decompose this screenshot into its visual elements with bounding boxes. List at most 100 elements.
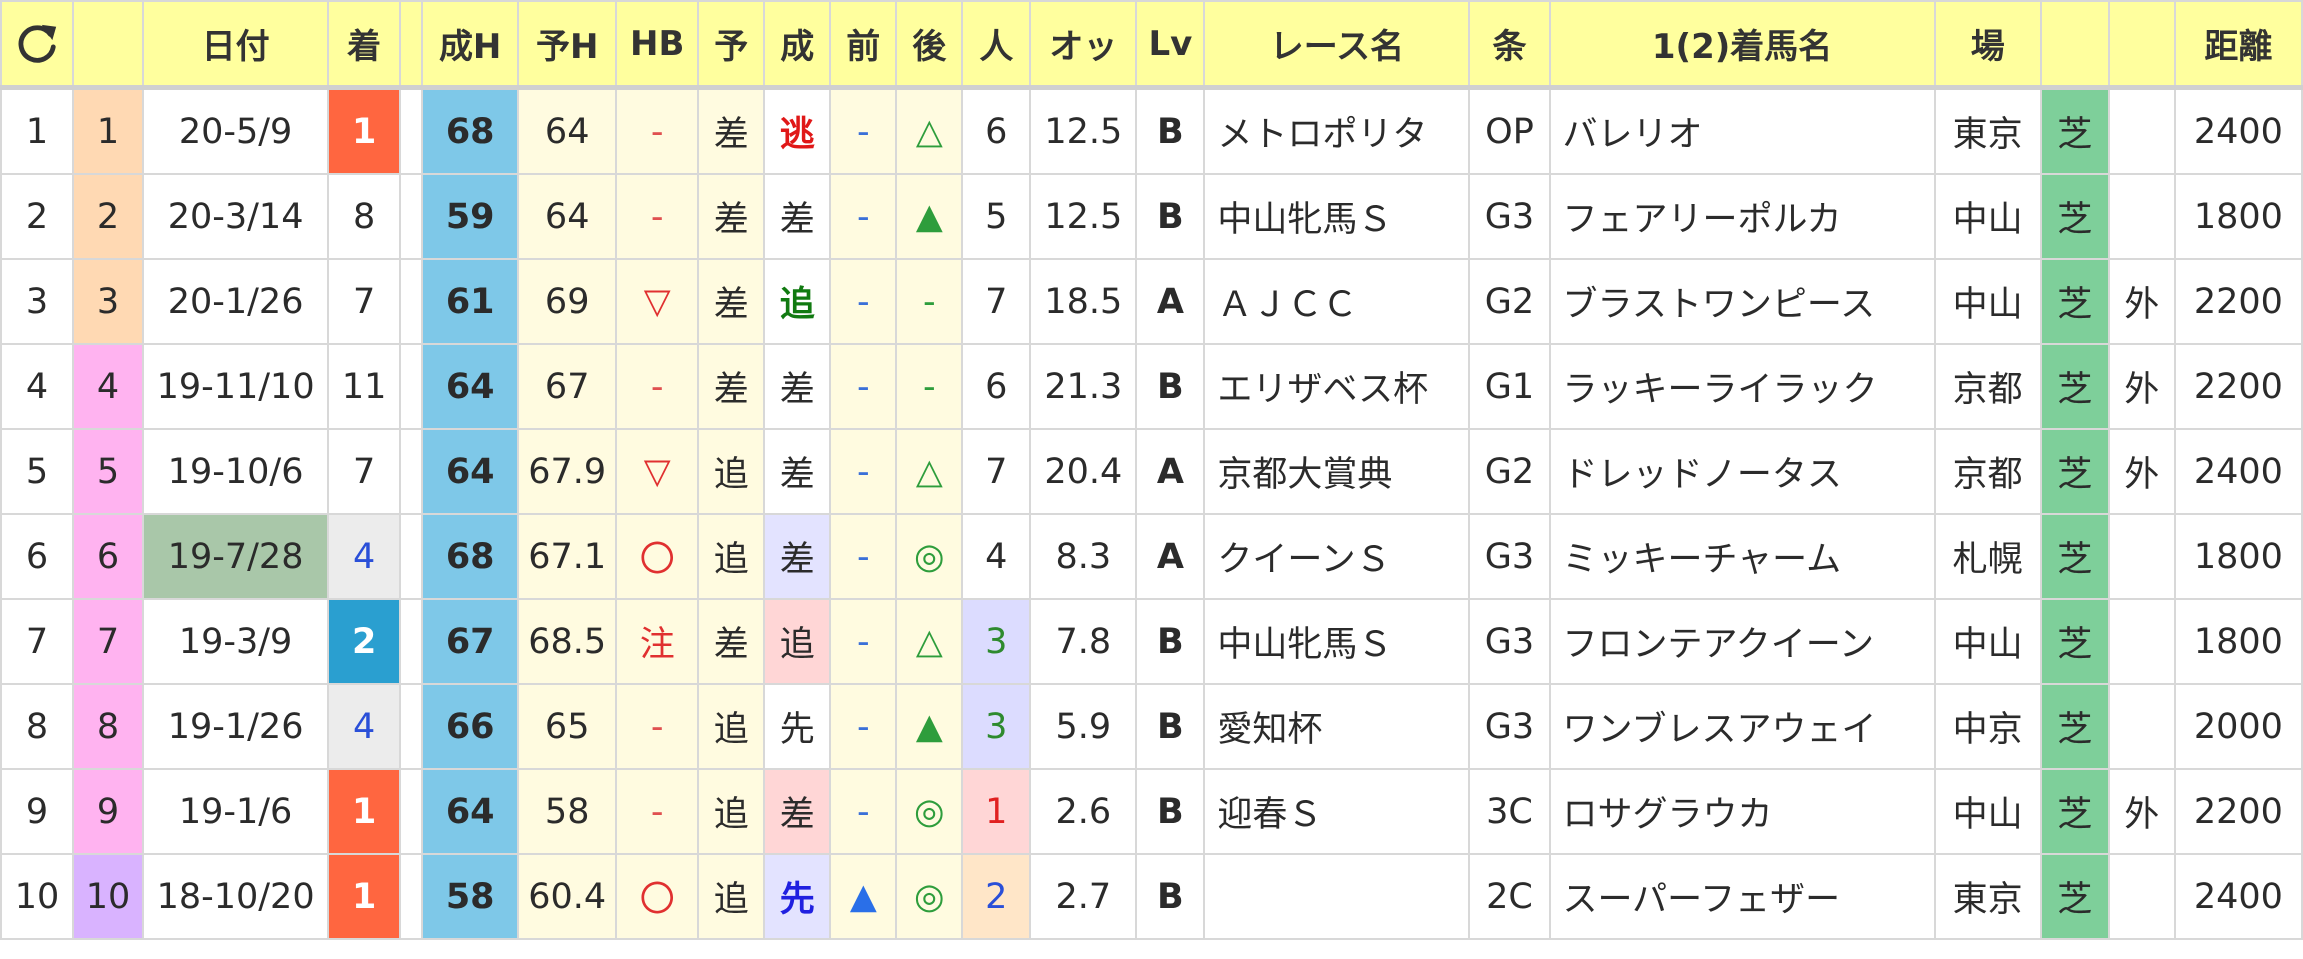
col-result[interactable]: 成 [763,0,832,89]
distance: 2200 [2173,343,2303,430]
race-name[interactable]: 愛知杯 [1203,683,1471,770]
col-winner[interactable]: 1(2)着馬名 [1548,0,1936,89]
popularity: 7 [961,428,1032,515]
refresh-button[interactable] [0,0,75,89]
level-badge: A [1135,258,1206,345]
col-hb[interactable]: HB [615,0,700,89]
level-badge: B [1135,768,1206,855]
race-condition: G3 [1468,683,1551,770]
race-date[interactable]: 20-5/9 [142,85,330,175]
race-name[interactable]: エリザベス杯 [1203,343,1471,430]
winner-name[interactable]: ラッキーライラック [1548,343,1936,430]
col-date[interactable]: 日付 [142,0,330,89]
col-popularity[interactable]: 人 [961,0,1032,89]
col-odds[interactable]: オッ [1029,0,1138,89]
refresh-icon [18,24,57,63]
race-condition: G1 [1468,343,1551,430]
col-race-name[interactable]: レース名 [1203,0,1471,89]
winner-name[interactable]: ブラストワンピース [1548,258,1936,345]
result-style: 差 [763,173,832,260]
race-date[interactable]: 19-1/26 [142,683,330,770]
race-date[interactable]: 19-11/10 [142,343,330,430]
col-distance[interactable]: 距離 [2173,0,2303,89]
race-name[interactable] [1203,853,1471,940]
winner-name[interactable]: ドレッドノータス [1548,428,1936,515]
race-name[interactable]: 迎春Ｓ [1203,768,1471,855]
col-back[interactable]: 後 [895,0,964,89]
race-name[interactable]: クイーンＳ [1203,513,1471,600]
front-mark: - [829,258,898,345]
pred-style: 差 [697,85,766,175]
col-result-h[interactable]: 成H [421,0,520,89]
race-date[interactable]: 19-1/6 [142,768,330,855]
odds-value: 2.7 [1029,853,1138,940]
table-row[interactable]: 8 8 19-1/26 4 66 65- 追先 - ▲ 3 5.9 B 愛知杯 G3 ワンブレスアウェイ 中京… [0,683,2303,770]
distance: 1800 [2173,173,2303,260]
odds-value: 12.5 [1029,173,1138,260]
row-number: 8 [0,683,75,770]
race-history-table: 日付 着 成H 予H HB 予 成 前 後 人 オッ Lv レース名 条 1(2… [0,0,2303,940]
hb-mark: - [615,343,700,430]
row-index: 4 [72,343,145,430]
pred-h-value: 67.9 [517,428,618,515]
winner-name[interactable]: ロサグラウカ [1548,768,1936,855]
race-name[interactable]: 中山牝馬Ｓ [1203,598,1471,685]
race-date[interactable]: 19-10/6 [142,428,330,515]
hb-mark: - [615,85,700,175]
pred-h-value: 60.4 [517,853,618,940]
race-date[interactable]: 19-7/28 [142,513,330,600]
col-venue[interactable]: 場 [1933,0,2042,89]
col-pred-h[interactable]: 予H [517,0,618,89]
winner-name[interactable]: ワンブレスアウェイ [1548,683,1936,770]
race-name[interactable]: 京都大賞典 [1203,428,1471,515]
race-date[interactable]: 18-10/20 [142,853,330,940]
surface: 芝 [2039,258,2110,345]
race-date[interactable]: 19-3/9 [142,598,330,685]
race-date[interactable]: 20-1/26 [142,258,330,345]
result-h-value: 64 [421,428,520,515]
distance: 2400 [2173,853,2303,940]
table-row[interactable]: 5 5 19-10/6 7 64 67.9 ▽ 追差 - △ 7 20.4 A 京都大賞典 G2 ドレッドノー… [0,428,2303,515]
winner-name[interactable]: スーパーフェザー [1548,853,1936,940]
course-side [2107,683,2176,770]
table-row[interactable]: 9 9 19-1/6 1 64 58- 追差 - ◎ 1 2.6 B 迎春Ｓ 3C ロサグラウカ 中山芝外 22… [0,768,2303,855]
col-finish[interactable]: 着 [327,0,402,89]
race-date[interactable]: 20-3/14 [142,173,330,260]
result-h-value: 58 [421,853,520,940]
level-badge: B [1135,683,1206,770]
col-front[interactable]: 前 [829,0,898,89]
pred-style: 差 [697,343,766,430]
level-badge: A [1135,513,1206,600]
front-mark: - [829,768,898,855]
result-h-value: 64 [421,343,520,430]
back-mark: △ [895,428,964,515]
spacer-cell [399,768,424,855]
race-name[interactable]: メトロポリタ [1203,85,1471,175]
row-number: 3 [0,258,75,345]
table-row[interactable]: 4 4 19-11/10 11 64 67- 差差 - -6 21.3 B エリザベス杯 G1 ラッキーラ… [0,343,2303,430]
winner-name[interactable]: フェアリーポルカ [1548,173,1936,260]
winner-name[interactable]: バレリオ [1548,85,1936,175]
table-row[interactable]: 3 3 20-1/26 7 61 69 ▽ 差追 - -7 18.5 A ＡＪＣＣ G2 ブラストワンピース… [0,258,2303,345]
result-style: 差 [763,768,832,855]
hb-mark: ▽ [615,258,700,345]
table-row[interactable]: 7 7 19-3/9 2 67 68.5 注差追 - △ 3 7.8 B 中山牝馬Ｓ G3 フロンテアクイー… [0,598,2303,685]
spacer-cell [399,683,424,770]
winner-name[interactable]: ミッキーチャーム [1548,513,1936,600]
row-number: 1 [0,85,75,175]
surface: 芝 [2039,343,2110,430]
col-level[interactable]: Lv [1135,0,1206,89]
table-row[interactable]: 10 10 18-10/20 1 58 60.4 〇追先 ▲ ◎ 2 2.7 B 2C スーパーフェザー東… [0,853,2303,940]
col-pred[interactable]: 予 [697,0,766,89]
race-name[interactable]: 中山牝馬Ｓ [1203,173,1471,260]
hb-mark: - [615,173,700,260]
table-row[interactable]: 2 2 20-3/14 8 59 64- 差差 - ▲ 5 12.5 B 中山牝馬Ｓ G3 フェアリーポルカ… [0,173,2303,260]
col-condition[interactable]: 条 [1468,0,1551,89]
table-row[interactable]: 6 6 19-7/28 4 68 67.1 〇追差 - ◎ 4 8.3 A クイーンＳ G3 ミッキーチャー… [0,513,2303,600]
venue: 中山 [1933,768,2042,855]
winner-name[interactable]: フロンテアクイーン [1548,598,1936,685]
course-side [2107,173,2176,260]
race-name[interactable]: ＡＪＣＣ [1203,258,1471,345]
finish-position: 2 [327,598,402,685]
table-row[interactable]: 1 1 20-5/9 1 68 64- 差逃 - △ 6 12.5 B メトロポリタ OP バレリオ 東京芝 2… [0,85,2303,175]
